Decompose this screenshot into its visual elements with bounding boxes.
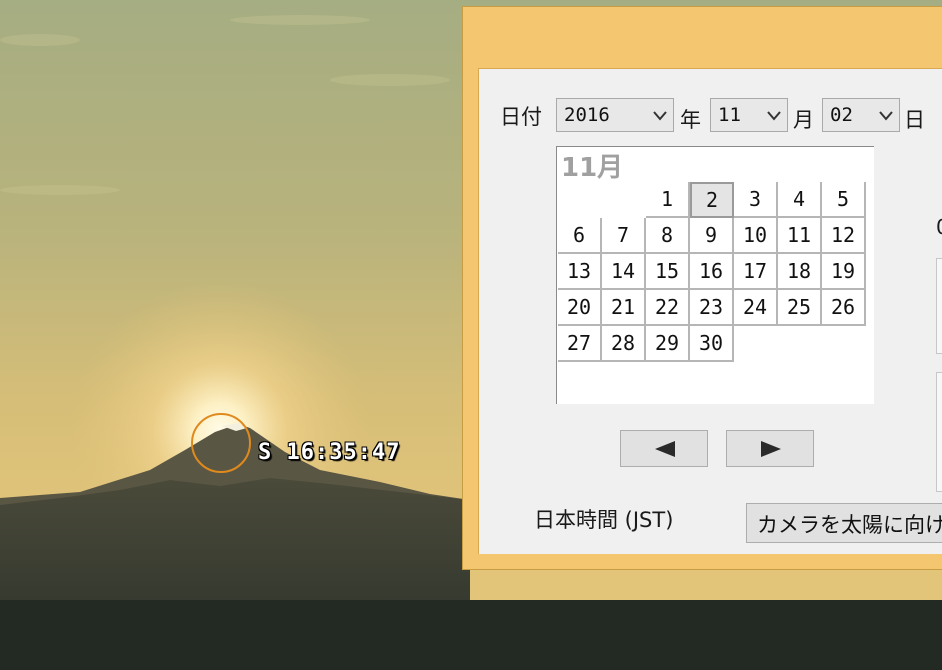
calendar-day-20[interactable]: 20: [558, 290, 602, 326]
calendar-day-17[interactable]: 17: [734, 254, 778, 290]
day-dropdown[interactable]: 02: [822, 98, 900, 132]
calendar-day-8[interactable]: 8: [646, 218, 690, 254]
month-dropdown[interactable]: 11: [710, 98, 788, 132]
calendar-day-3[interactable]: 3: [734, 182, 778, 218]
calendar-day-22[interactable]: 22: [646, 290, 690, 326]
prev-month-button[interactable]: [620, 430, 708, 467]
timezone-label: 日本時間 (JST): [534, 508, 674, 532]
calendar-day-15[interactable]: 15: [646, 254, 690, 290]
triangle-right-icon: [761, 441, 781, 457]
month-value: 11: [718, 104, 741, 126]
triangle-left-icon: [655, 441, 675, 457]
calendar-day-24[interactable]: 24: [734, 290, 778, 326]
calendar-day-26[interactable]: 26: [822, 290, 866, 326]
calendar-day-6[interactable]: 6: [558, 218, 602, 254]
calendar-day-29[interactable]: 29: [646, 326, 690, 362]
calendar-day-16[interactable]: 16: [690, 254, 734, 290]
year-value: 2016: [564, 104, 610, 126]
chevron-down-icon: [767, 111, 781, 121]
calendar-day-27[interactable]: 27: [558, 326, 602, 362]
calendar-day-11[interactable]: 11: [778, 218, 822, 254]
calendar-day-23[interactable]: 23: [690, 290, 734, 326]
month-suffix: 月: [793, 108, 814, 132]
calendar-day-7[interactable]: 7: [602, 218, 646, 254]
calendar-day-14[interactable]: 14: [602, 254, 646, 290]
clipped-panel-fragment: [936, 258, 942, 354]
calendar-day-12[interactable]: 12: [822, 218, 866, 254]
date-label: 日付: [500, 105, 542, 129]
next-month-button[interactable]: [726, 430, 814, 467]
calendar-day-5[interactable]: 5: [822, 182, 866, 218]
calendar-day-10[interactable]: 10: [734, 218, 778, 254]
calendar-month-title: 11月: [561, 153, 624, 183]
calendar-day-18[interactable]: 18: [778, 254, 822, 290]
calendar-day-30[interactable]: 30: [690, 326, 734, 362]
clipped-panel-fragment: [936, 372, 942, 492]
year-suffix: 年: [680, 108, 701, 132]
point-camera-at-sun-button[interactable]: カメラを太陽に向け: [746, 503, 942, 543]
chevron-down-icon: [879, 111, 893, 121]
calendar-day-1[interactable]: 1: [646, 182, 690, 218]
clipped-label-fragment: 0: [936, 215, 942, 239]
calendar-day-13[interactable]: 13: [558, 254, 602, 290]
calendar-day-28[interactable]: 28: [602, 326, 646, 362]
calendar-day-19[interactable]: 19: [822, 254, 866, 290]
day-suffix: 日: [904, 108, 925, 132]
calendar-day-4[interactable]: 4: [778, 182, 822, 218]
day-value: 02: [830, 104, 853, 126]
calendar-day-9[interactable]: 9: [690, 218, 734, 254]
year-dropdown[interactable]: 2016: [556, 98, 674, 132]
calendar-day-2[interactable]: 2: [690, 182, 734, 218]
sun-time-label: S 16:35:47: [258, 440, 401, 465]
calendar-day-25[interactable]: 25: [778, 290, 822, 326]
calendar-day-21[interactable]: 21: [602, 290, 646, 326]
chevron-down-icon: [653, 111, 667, 121]
